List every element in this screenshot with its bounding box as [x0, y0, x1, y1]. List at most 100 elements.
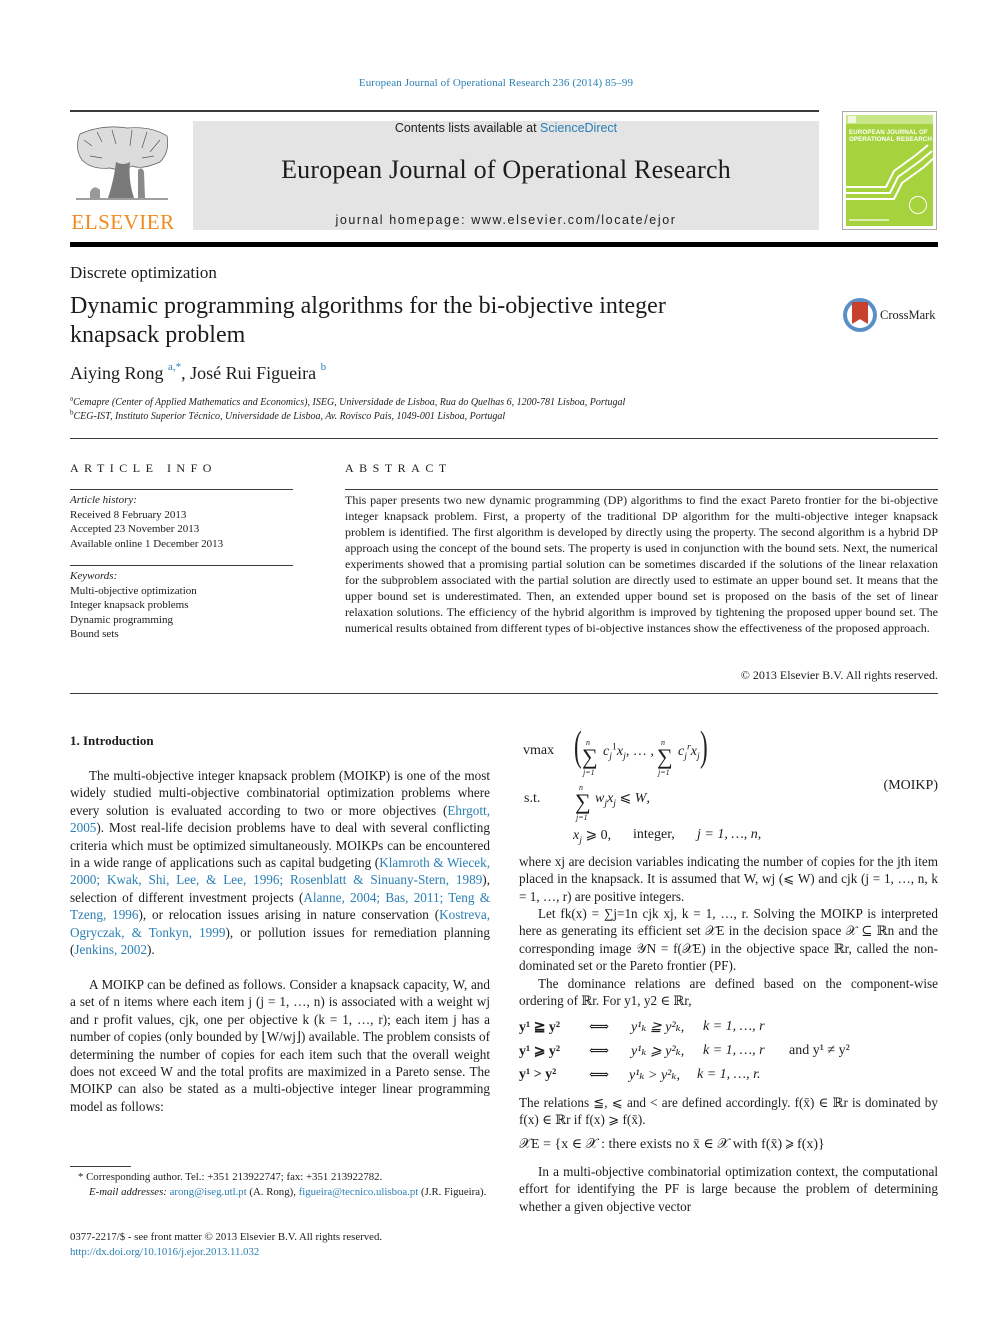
intro-paragraph: The multi-objective integer knapsack pro… — [70, 767, 490, 958]
elsevier-tree-icon — [76, 126, 169, 200]
history-item: Available online 1 December 2013 — [70, 537, 224, 550]
keyword: Dynamic programming — [70, 613, 173, 626]
keywords-label: Keywords: — [70, 570, 118, 582]
crossmark-icon — [843, 298, 877, 332]
contents-line: Contents lists available at ScienceDirec… — [193, 121, 819, 135]
cover-title-line1: EUROPEAN JOURNAL OF — [849, 129, 928, 136]
vmax-label: vmax — [523, 743, 555, 758]
objective-term: cjrxj — [678, 741, 700, 762]
left-paren: ( — [574, 724, 582, 770]
affiliation-text: CEG-IST, Instituto Superior Técnico, Uni… — [73, 410, 506, 422]
elsevier-logo[interactable]: ELSEVIER — [70, 118, 176, 234]
euro-emblem-icon — [909, 196, 927, 214]
right-paren: ) — [700, 724, 708, 770]
objective-term: cj1xj, … , — [603, 741, 654, 762]
cover-title-line2: OPERATIONAL RESEARCH — [849, 136, 932, 143]
abstract-copyright: © 2013 Elsevier B.V. All rights reserved… — [740, 668, 938, 682]
author-affiliation-mark[interactable]: b — [321, 361, 327, 373]
body-paragraph: The relations ≦, ⩽ and < are defined acc… — [519, 1095, 938, 1128]
email-label: E-mail addresses: — [89, 1186, 167, 1198]
divider — [70, 693, 938, 694]
elsevier-wordmark: ELSEVIER — [71, 210, 175, 234]
sum-symbol: ∑ — [657, 744, 673, 769]
body-paragraph: Let fk(x) = ∑j=1n cjk xj, k = 1, …, r. S… — [519, 906, 938, 974]
section-label: Discrete optimization — [70, 263, 217, 282]
footnote-rule — [70, 1166, 131, 1167]
sum-lower: j=1 — [576, 813, 588, 822]
sum-symbol: ∑ — [582, 744, 598, 769]
header-rule — [70, 110, 819, 112]
integrality-constraint: xj ⩾ 0, — [573, 828, 612, 846]
text-run: The multi-objective integer knapsack pro… — [70, 768, 490, 818]
moikp-model: vmax ( n ∑ j=1 cj1xj, … , n ∑ j=1 cjrxj … — [520, 724, 938, 850]
contents-prefix: Contents lists available at — [394, 121, 541, 135]
email-line: E-mail addresses: arong@iseg.utl.pt (A. … — [70, 1185, 490, 1200]
iff-symbol: ⟺ — [589, 1020, 610, 1035]
email-link[interactable]: figueira@tecnico.ulisboa.pt — [299, 1186, 419, 1198]
relation-lhs: y¹ > y² — [519, 1067, 557, 1082]
relation-rhs: y¹ₖ ≧ y²ₖ, — [631, 1020, 685, 1035]
intro-paragraph: A MOIKP can be defined as follows. Consi… — [70, 977, 490, 1114]
index-range: j = 1, …, n, — [697, 827, 762, 842]
relation-rhs: y¹ₖ ⩾ y²ₖ, — [631, 1044, 685, 1059]
corresponding-author-note: * Corresponding author. Tel.: +351 21392… — [70, 1170, 490, 1185]
author-name[interactable]: José Rui Figueira — [190, 363, 316, 383]
sciencedirect-link[interactable]: ScienceDirect — [540, 121, 617, 135]
paper-title: Dynamic programming algorithms for the b… — [70, 292, 790, 350]
capacity-constraint: wjxj ⩽ W, — [595, 791, 650, 809]
text-run: ). — [146, 942, 155, 958]
doi-link[interactable]: http://dx.doi.org/10.1016/j.ejor.2013.11… — [70, 1246, 259, 1258]
iff-symbol: ⟺ — [589, 1068, 610, 1083]
issn-line: 0377-2217/$ - see front matter © 2013 El… — [70, 1231, 383, 1243]
footnote: * Corresponding author. Tel.: +351 21392… — [70, 1170, 490, 1200]
article-info-heading: ARTICLE INFO — [70, 461, 217, 475]
keyword: Multi-objective optimization — [70, 584, 197, 597]
title-line-2: knapsack problem — [70, 322, 246, 348]
history-item: Received 8 February 2013 — [70, 508, 187, 521]
email-link[interactable]: arong@iseg.utl.pt — [170, 1186, 247, 1198]
journal-name: European Journal of Operational Research — [281, 155, 731, 184]
sum-lower: j=1 — [658, 768, 670, 777]
email-owner: (J.R. Figueira). — [420, 1186, 487, 1198]
affiliation: bCEG-IST, Instituto Superior Técnico, Un… — [70, 409, 625, 424]
affiliation: aCemapre (Center of Applied Mathematics … — [70, 395, 626, 410]
footnote-text: Corresponding author. Tel.: +351 2139227… — [86, 1171, 383, 1183]
text-run: ), or relocation issues arising in natur… — [138, 907, 440, 923]
citation-link[interactable]: Jenkins, 2002 — [74, 942, 147, 957]
integer-word: integer, — [633, 827, 675, 842]
title-line-1: Dynamic programming algorithms for the b… — [70, 293, 666, 319]
cover-image: EUROPEAN JOURNAL OF OPERATIONAL RESEARCH — [846, 115, 933, 226]
equation-tag: (MOIKP) — [883, 778, 938, 793]
crossmark-button[interactable]: CrossMark — [843, 298, 943, 334]
author-affiliation-mark[interactable]: a,* — [168, 361, 181, 373]
body-paragraph: where xj are decision variables indicati… — [519, 854, 938, 904]
author-separator: , — [181, 363, 191, 383]
history-label: Article history: — [70, 494, 137, 506]
journal-citation-link[interactable]: European Journal of Operational Research… — [0, 77, 992, 89]
journal-homepage-link[interactable]: journal homepage: www.elsevier.com/locat… — [193, 213, 819, 227]
efficient-set-definition: 𝒳E = {x ∈ 𝒳 : there exists no x̄ ∈ 𝒳 wit… — [519, 1137, 825, 1152]
article-history: Article history: Received 8 February 201… — [70, 493, 223, 551]
keyword: Bound sets — [70, 628, 119, 640]
journal-cover-thumbnail[interactable]: EUROPEAN JOURNAL OF OPERATIONAL RESEARCH — [842, 111, 937, 230]
sum-lower: j=1 — [583, 768, 595, 777]
abstract-heading: ABSTRACT — [345, 461, 452, 475]
divider — [345, 489, 938, 490]
author-list: Aiying Rong a,*, José Rui Figueira b — [70, 361, 327, 384]
relation-range: k = 1, …, r — [703, 1019, 765, 1034]
abstract-text: This paper presents two new dynamic prog… — [345, 493, 938, 635]
history-item: Accepted 23 November 2013 — [70, 523, 200, 535]
cover-title: EUROPEAN JOURNAL OF OPERATIONAL RESEARCH — [849, 129, 932, 143]
author-name[interactable]: Aiying Rong — [70, 363, 164, 383]
body-paragraph: In a multi-objective combinatorial optim… — [519, 1164, 938, 1214]
affiliation-text: Cemapre (Center of Applied Mathematics a… — [73, 397, 626, 408]
body-paragraph: The dominance relations are defined base… — [519, 976, 938, 1009]
divider — [70, 438, 938, 439]
relation-extra: and y¹ ≠ y² — [789, 1043, 850, 1058]
relation-range: k = 1, …, r. — [697, 1067, 761, 1082]
keyword: Integer knapsack problems — [70, 599, 189, 611]
journal-banner: Contents lists available at ScienceDirec… — [193, 121, 819, 230]
relation-lhs: y¹ ⩾ y² — [519, 1044, 561, 1059]
crossmark-label: CrossMark — [880, 308, 936, 322]
section-heading-introduction: 1. Introduction — [70, 733, 154, 748]
